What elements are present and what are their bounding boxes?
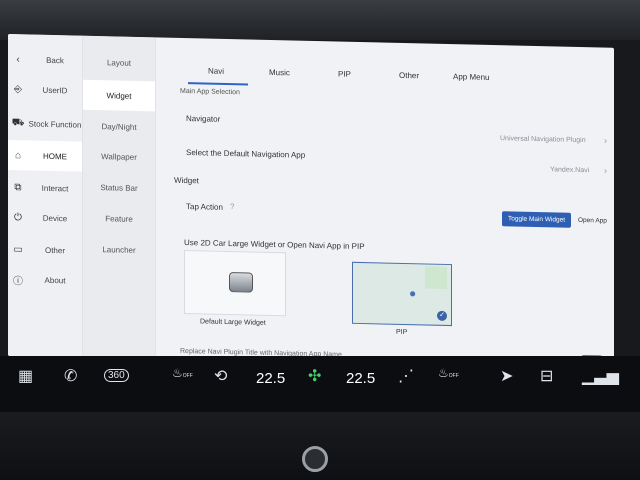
chevron-right-icon[interactable]: ›	[604, 136, 607, 146]
power-icon: ⏻	[14, 211, 22, 223]
user-icon: ⎆	[14, 83, 22, 95]
fan-icon[interactable]: ✣	[308, 366, 321, 386]
car-icon	[229, 272, 253, 293]
default-large-widget-option[interactable]	[184, 249, 286, 317]
car-recirculation-icon[interactable]: ⟲	[214, 366, 227, 386]
open-app-button[interactable]: Open App	[574, 213, 611, 229]
fan-speed-icon[interactable]: ▁▃▅	[582, 366, 619, 386]
section-title-partial: Main App Selection	[180, 87, 240, 97]
pip-label: PIP	[396, 328, 408, 337]
rear-defrost-icon[interactable]: ⊟	[540, 366, 553, 386]
system-dock: ▦ ✆ 360 ♨OFF ⟲ 22.5 ✣ 22.5 ⋰ ♨OFF ➤ ⊟ ▁▃…	[0, 356, 640, 412]
seat-vent-off-icon[interactable]: ♨OFF	[438, 366, 459, 380]
tab-music[interactable]: Music	[269, 68, 290, 77]
toggle-main-widget-button[interactable]: Toggle Main Widget	[502, 211, 572, 228]
box-icon: ▭	[13, 243, 23, 255]
camera-360-icon[interactable]: 360	[104, 369, 129, 382]
large-widget-prompt: Use 2D Car Large Widget or Open Navi App…	[184, 237, 365, 252]
infotainment-screen: ‹ Back ⎆ UserID ⛟ Stock Function ⌂ HOME …	[8, 34, 614, 370]
subnav-item-daynight[interactable]: Day/Night	[83, 112, 155, 142]
map-tile	[425, 266, 447, 289]
navigator-value[interactable]: Universal Navigation Plugin	[500, 135, 586, 144]
sub-sidebar: Layout Widget Day/Night Wallpaper Status…	[83, 35, 156, 360]
widget-header: Widget	[174, 175, 199, 186]
settings-content: Navi Music PIP Other App Menu Main App S…	[156, 37, 614, 369]
subnav-item-launcher[interactable]: Launcher	[83, 235, 155, 265]
tab-navi[interactable]: Navi	[208, 67, 224, 76]
home-icon: ⌂	[14, 149, 22, 161]
subnav-item-feature[interactable]: Feature	[83, 204, 155, 234]
sidebar-item-stock-function[interactable]: ⛟ Stock Function	[8, 106, 82, 142]
subnav-item-status-bar[interactable]: Status Bar	[83, 173, 155, 203]
temperature-left[interactable]: 22.5	[256, 370, 285, 387]
navigation-arrow-icon[interactable]: ➤	[500, 366, 513, 386]
main-sidebar: ‹ Back ⎆ UserID ⛟ Stock Function ⌂ HOME …	[8, 34, 83, 358]
default-nav-value[interactable]: Yandex.Navi	[550, 166, 589, 174]
sidebar-item-other[interactable]: ▭ Other	[8, 234, 82, 266]
top-bezel	[0, 0, 640, 40]
tab-other[interactable]: Other	[399, 71, 419, 80]
sidebar-item-back[interactable]: ‹ Back	[8, 44, 82, 76]
sidebar-item-userid[interactable]: ⎆ UserID	[8, 74, 82, 106]
car-icon: ⛟	[11, 116, 25, 128]
check-icon: ✓	[437, 310, 447, 321]
sidebar-item-interact[interactable]: ⧉ Interact	[8, 172, 82, 204]
navigator-label: Navigator	[186, 114, 221, 124]
chevron-left-icon: ‹	[16, 53, 20, 65]
seat-heat-off-icon[interactable]: ♨OFF	[172, 366, 193, 380]
tap-action-label: Tap Action	[186, 202, 223, 212]
subnav-item-widget[interactable]: Widget	[83, 79, 155, 112]
tab-app-menu[interactable]: App Menu	[453, 72, 489, 82]
tab-pip[interactable]: PIP	[338, 69, 351, 78]
map-pin-icon: ●	[409, 286, 417, 301]
windshield-defrost-icon[interactable]: ⋰	[398, 366, 414, 386]
sidebar-item-device[interactable]: ⏻ Device	[8, 202, 82, 234]
sidebar-item-about[interactable]: ⓘ About	[8, 264, 82, 296]
tab-active-indicator	[188, 82, 248, 86]
grid-icon[interactable]: ▦	[18, 366, 33, 386]
help-icon[interactable]: ?	[230, 202, 234, 211]
subnav-item-wallpaper[interactable]: Wallpaper	[83, 142, 155, 172]
temperature-right[interactable]: 22.5	[346, 370, 375, 387]
interact-icon: ⧉	[14, 181, 22, 193]
info-icon: ⓘ	[13, 275, 23, 287]
default-large-widget-label: Default Large Widget	[200, 318, 266, 327]
pip-option[interactable]: ● ✓	[352, 261, 452, 327]
default-nav-label: Select the Default Navigation App	[186, 148, 306, 160]
chevron-right-icon[interactable]: ›	[604, 166, 607, 176]
volume-knob[interactable]	[302, 446, 328, 472]
phone-icon[interactable]: ✆	[64, 366, 77, 386]
subnav-item-layout[interactable]: Layout	[83, 48, 155, 78]
sidebar-item-home[interactable]: ⌂ HOME	[8, 140, 82, 172]
